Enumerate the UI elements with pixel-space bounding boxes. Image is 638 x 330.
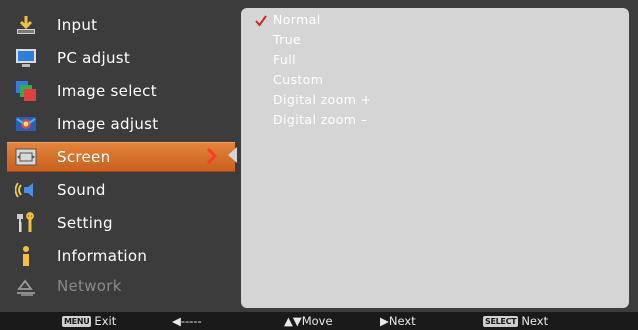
footer-next-label: ▶Next (380, 314, 416, 328)
submenu-pointer (228, 147, 237, 163)
footer-exit-label: Exit (94, 314, 117, 328)
image-adjust-icon (15, 113, 37, 135)
menu-item-label: Information (57, 247, 148, 265)
screen-icon (15, 146, 37, 168)
menu-item-label: Image adjust (57, 115, 159, 133)
monitor-icon (15, 47, 37, 69)
chevron-right-icon (207, 147, 217, 165)
option-true[interactable]: True (273, 32, 301, 47)
menu-item-setting[interactable]: Setting (7, 208, 235, 238)
menu-item-network: Network (7, 271, 235, 301)
option-normal[interactable]: Normal (273, 12, 321, 27)
footer-back-label: ◀----- (172, 314, 202, 328)
footer-move: ▲▼Move (284, 314, 333, 328)
select-key-icon: SELECT (483, 315, 519, 327)
menu-item-label: Sound (57, 181, 106, 199)
menu-item-input[interactable]: Input (7, 10, 235, 40)
option-digital-zoom-plus[interactable]: Digital zoom + (273, 92, 372, 107)
menu-item-label: Image select (57, 82, 157, 100)
menu-item-label: Screen (57, 148, 111, 166)
option-custom[interactable]: Custom (273, 72, 323, 87)
menu-key-icon: MENU (62, 315, 92, 327)
menu-item-pc-adjust[interactable]: PC adjust (7, 43, 235, 73)
menu-item-image-adjust[interactable]: Image adjust (7, 109, 235, 139)
menu-item-label: Network (57, 277, 122, 295)
menu-item-label: PC adjust (57, 49, 131, 67)
network-icon (15, 275, 37, 297)
screen-submenu: Normal True Full Custom Digital zoom + D… (241, 8, 629, 308)
option-digital-zoom-minus[interactable]: Digital zoom – (273, 112, 367, 127)
footer-exit: MENU Exit (62, 314, 116, 328)
information-icon (15, 245, 37, 267)
menu-item-information[interactable]: Information (7, 241, 235, 271)
footer-move-label: ▲▼Move (284, 314, 333, 328)
menu-item-label: Setting (57, 214, 113, 232)
footer-select-label: Next (521, 314, 549, 328)
footer-back: ◀----- (172, 314, 202, 328)
footer-select-next: SELECT Next (483, 314, 548, 328)
speaker-icon (15, 179, 37, 201)
footer-bar: MENU Exit ◀----- ▲▼Move ▶Next SELECT Nex… (0, 312, 638, 330)
menu-item-sound[interactable]: Sound (7, 175, 235, 205)
menu-item-screen[interactable]: Screen (7, 142, 235, 172)
footer-next: ▶Next (380, 314, 416, 328)
setting-icon (15, 212, 37, 234)
option-full[interactable]: Full (273, 52, 296, 67)
menu-item-image-select[interactable]: Image select (7, 76, 235, 106)
menu-item-label: Input (57, 16, 98, 34)
main-menu: Input PC adjust Image select Image adjus… (7, 8, 235, 312)
input-icon (15, 14, 37, 36)
check-icon (255, 15, 267, 27)
image-select-icon (15, 80, 37, 102)
